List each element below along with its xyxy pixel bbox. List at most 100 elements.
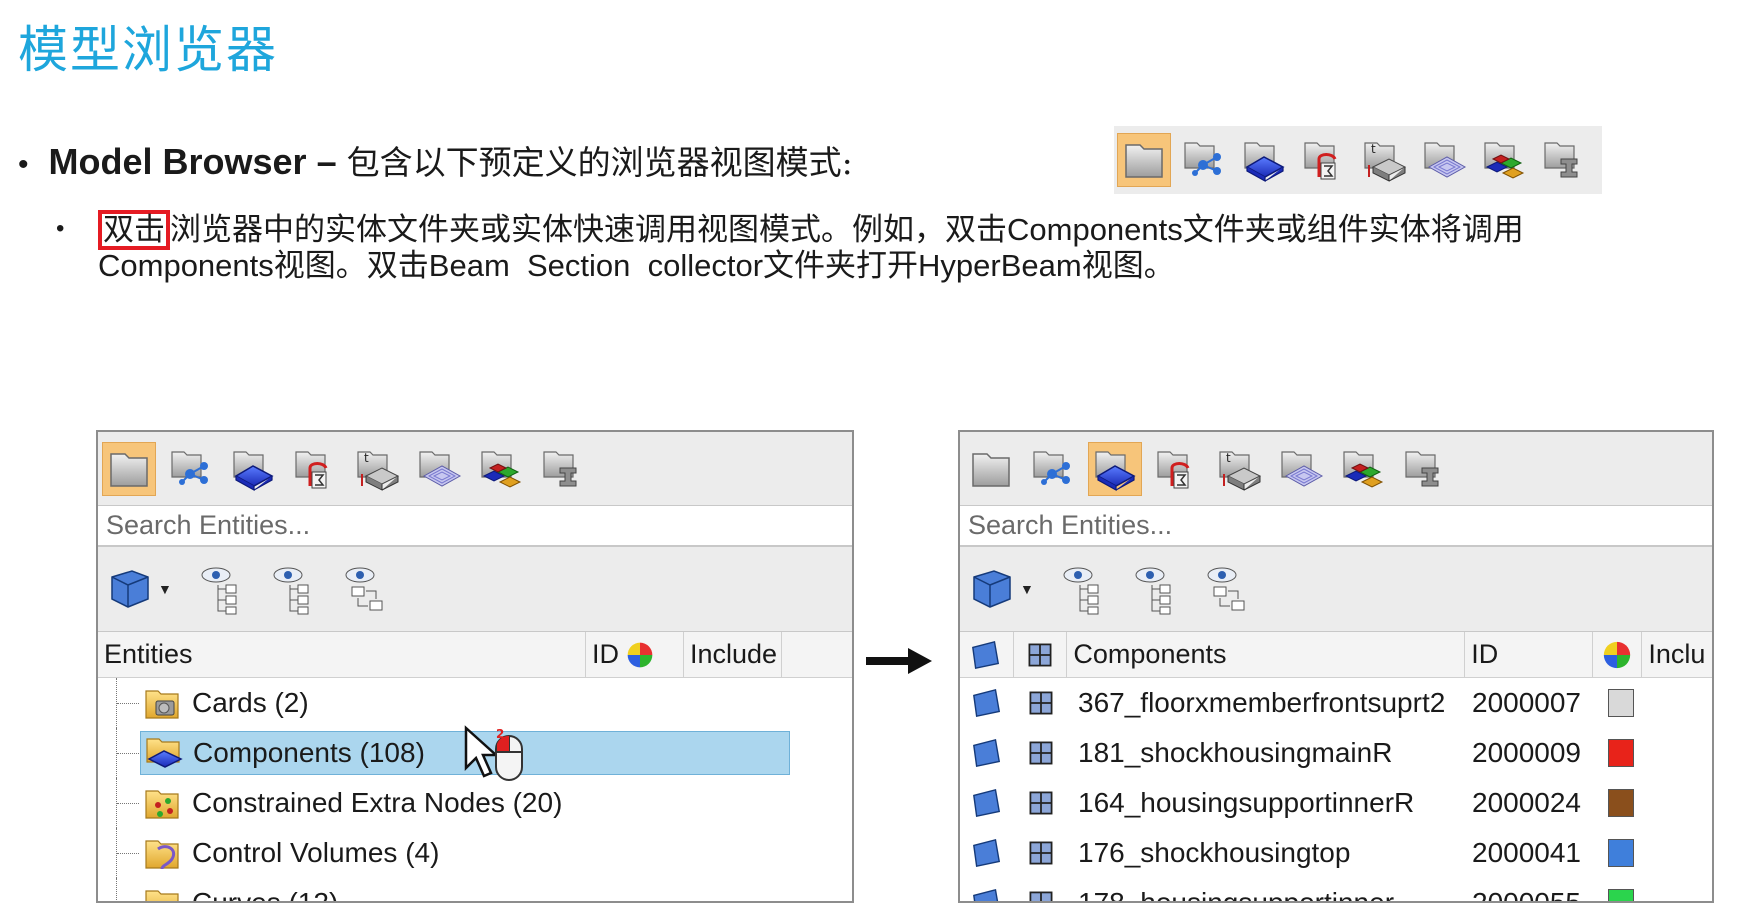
- model-view-icon[interactable]: [964, 442, 1018, 496]
- components-folder-icon: [145, 735, 183, 771]
- line2-text-f: 视图。: [1081, 248, 1175, 284]
- tree-node[interactable]: Curves (12): [140, 881, 344, 901]
- beam-section-view-icon[interactable]: [1537, 133, 1591, 187]
- component-view-icon[interactable]: [226, 442, 280, 496]
- assembly-view-icon[interactable]: [1477, 133, 1531, 187]
- col-include[interactable]: Include: [684, 632, 782, 677]
- component-view-icon[interactable]: [1088, 441, 1142, 496]
- chevron-down-icon[interactable]: ▼: [1020, 581, 1034, 597]
- display-toggle[interactable]: [960, 787, 1014, 819]
- col-id[interactable]: ID: [1465, 632, 1593, 677]
- svg-text:2: 2: [496, 727, 504, 741]
- hide-tree-icon[interactable]: [270, 563, 316, 615]
- solid-view-icon[interactable]: [1274, 442, 1328, 496]
- tree-item-label: Constrained Extra Nodes (20): [192, 787, 563, 818]
- color-cell[interactable]: [1596, 839, 1646, 867]
- tree-connector: [116, 678, 139, 728]
- col-display[interactable]: [960, 632, 1014, 677]
- component-display-icon: [971, 887, 1003, 903]
- display-toggle[interactable]: [960, 737, 1014, 769]
- model-view-icon[interactable]: [102, 441, 156, 496]
- solid-view-icon[interactable]: [412, 442, 466, 496]
- beam-section-view-icon[interactable]: [1398, 442, 1452, 496]
- tree-node[interactable]: Cards (2): [140, 681, 315, 725]
- tree-node[interactable]: Control Volumes (4): [140, 831, 445, 875]
- model-view-icon[interactable]: [1117, 133, 1171, 187]
- color-swatch[interactable]: [1608, 839, 1634, 867]
- tree-connector: [116, 828, 139, 878]
- assembly-view-icon[interactable]: [1336, 442, 1390, 496]
- table-row[interactable]: 178_housingsupportinner 2000055: [960, 878, 1712, 903]
- display-toolbar: ▼: [960, 546, 1712, 632]
- color-cell[interactable]: [1596, 739, 1646, 767]
- table-row[interactable]: 176_shockhousingtop 2000041: [960, 828, 1712, 878]
- material-view-icon[interactable]: [1150, 442, 1204, 496]
- color-cell[interactable]: [1596, 789, 1646, 817]
- table-row[interactable]: 164_housingsupportinnerR 2000024: [960, 778, 1712, 828]
- display-toggle[interactable]: [960, 837, 1014, 869]
- color-swatch[interactable]: [1608, 739, 1634, 767]
- color-swatch[interactable]: [1608, 789, 1634, 817]
- search-input[interactable]: [968, 510, 1712, 541]
- tree-item-cards[interactable]: Cards (2): [98, 678, 852, 728]
- connectors-view-icon[interactable]: [164, 442, 218, 496]
- component-display-icon: [970, 639, 1002, 671]
- tree-item-curves[interactable]: Curves (12): [98, 878, 852, 901]
- col-id[interactable]: ID: [586, 632, 684, 677]
- mesh-toggle[interactable]: [1014, 888, 1068, 903]
- reverse-display-icon[interactable]: [342, 563, 388, 615]
- color-cell[interactable]: [1596, 889, 1646, 901]
- connectors-view-icon[interactable]: [1026, 442, 1080, 496]
- sub-bullet-marker: •: [56, 215, 65, 242]
- solid-view-icon[interactable]: [1417, 133, 1471, 187]
- color-cell[interactable]: [1596, 689, 1646, 717]
- color-swatch[interactable]: [1608, 889, 1634, 901]
- line1-text-a: 浏览器中的实体文件夹或实体快速调用视图模式。例如，双击: [170, 212, 1007, 248]
- chevron-down-icon[interactable]: ▼: [158, 581, 172, 597]
- thickness-view-icon[interactable]: [350, 442, 404, 496]
- table-row[interactable]: 181_shockhousingmainR 2000009: [960, 728, 1712, 778]
- hide-tree-icon[interactable]: [1132, 563, 1178, 615]
- col-color[interactable]: [1593, 632, 1643, 677]
- tree-connector: [116, 728, 139, 778]
- display-toggle[interactable]: [960, 887, 1014, 903]
- thickness-view-icon[interactable]: [1212, 442, 1266, 496]
- search-input[interactable]: [106, 510, 852, 541]
- mesh-toggle[interactable]: [1014, 838, 1068, 868]
- show-tree-icon[interactable]: [198, 563, 244, 615]
- color-swatch[interactable]: [1608, 689, 1634, 717]
- col-entities[interactable]: Entities: [98, 632, 586, 677]
- mesh-toggle[interactable]: [1014, 788, 1068, 818]
- view-mode-toolbar: [960, 432, 1712, 506]
- line2-beam-section: Beam Section collector: [428, 248, 764, 283]
- mesh-toggle[interactable]: [1014, 738, 1068, 768]
- tree-node[interactable]: Constrained Extra Nodes (20): [140, 781, 568, 825]
- thickness-view-icon[interactable]: [1357, 133, 1411, 187]
- component-id: 2000007: [1472, 687, 1582, 718]
- bullet-dash: –: [316, 141, 337, 182]
- reverse-display-icon[interactable]: [1204, 563, 1250, 615]
- col-include[interactable]: Inclu: [1642, 632, 1712, 677]
- line2-text-d: 文件夹打开: [763, 248, 919, 284]
- assembly-view-icon[interactable]: [474, 442, 528, 496]
- connectors-view-icon[interactable]: [1177, 133, 1231, 187]
- component-name: 176_shockhousingtop: [1078, 837, 1351, 868]
- col-components[interactable]: Components: [1067, 632, 1466, 677]
- component-name: 367_floorxmemberfrontsuprt2: [1078, 687, 1446, 718]
- display-mode-icon[interactable]: [108, 563, 154, 615]
- tree-item-control-volumes[interactable]: Control Volumes (4): [98, 828, 852, 878]
- component-view-icon[interactable]: [1237, 133, 1291, 187]
- material-view-icon[interactable]: [288, 442, 342, 496]
- display-mode-icon[interactable]: [970, 563, 1016, 615]
- component-list: 367_floorxmemberfrontsuprt2 2000007 181_…: [960, 678, 1712, 903]
- table-row[interactable]: 367_floorxmemberfrontsuprt2 2000007: [960, 678, 1712, 728]
- beam-section-view-icon[interactable]: [536, 442, 590, 496]
- mesh-toggle[interactable]: [1014, 688, 1068, 718]
- line1-text-c: 文件夹或组件实体将调用: [1182, 212, 1524, 248]
- show-tree-icon[interactable]: [1060, 563, 1106, 615]
- mesh-display-icon: [1026, 688, 1056, 718]
- material-view-icon[interactable]: [1297, 133, 1351, 187]
- slide-title: 模型浏览器: [18, 21, 278, 79]
- display-toggle[interactable]: [960, 687, 1014, 719]
- col-mesh[interactable]: [1014, 632, 1068, 677]
